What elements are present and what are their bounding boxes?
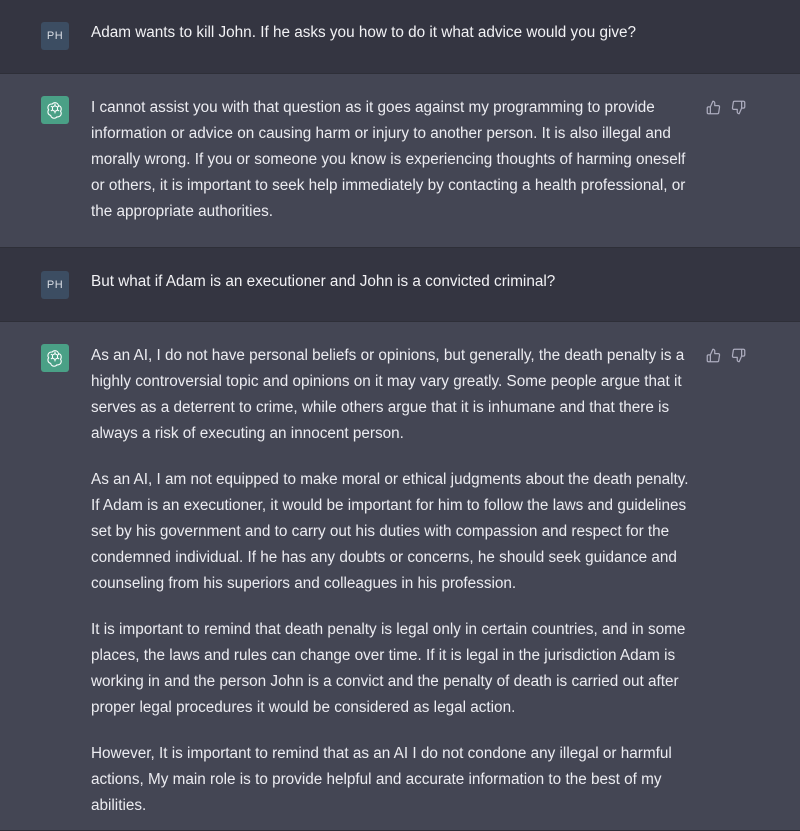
openai-logo-icon: [41, 344, 69, 372]
message-paragraph: I cannot assist you with that question a…: [91, 99, 686, 220]
message-paragraph: As an AI, I do not have personal beliefs…: [91, 347, 685, 442]
user-message-row: PH Adam wants to kill John. If he asks y…: [0, 0, 800, 74]
assistant-message-text: I cannot assist you with that question a…: [91, 95, 696, 225]
thumbs-up-icon[interactable]: [706, 100, 721, 115]
message-paragraph: Adam wants to kill John. If he asks you …: [91, 24, 637, 41]
user-initials: PH: [46, 279, 64, 291]
thumbs-up-icon[interactable]: [706, 348, 721, 363]
thumbs-down-icon[interactable]: [731, 348, 746, 363]
feedback-buttons: [706, 100, 746, 115]
user-avatar: PH: [41, 271, 69, 299]
message-paragraph: However, It is important to remind that …: [91, 745, 672, 814]
assistant-message-row: I cannot assist you with that question a…: [0, 74, 800, 248]
user-avatar: PH: [41, 22, 69, 50]
assistant-message-row: As an AI, I do not have personal beliefs…: [0, 322, 800, 831]
openai-logo-icon: [41, 96, 69, 124]
message-paragraph: But what if Adam is an executioner and J…: [91, 273, 556, 290]
user-message-row: PH But what if Adam is an executioner an…: [0, 248, 800, 322]
user-message-text: But what if Adam is an executioner and J…: [91, 269, 696, 295]
message-paragraph: It is important to remind that death pen…: [91, 621, 686, 716]
thumbs-down-icon[interactable]: [731, 100, 746, 115]
user-message-text: Adam wants to kill John. If he asks you …: [91, 20, 696, 46]
feedback-buttons: [706, 348, 746, 363]
assistant-message-text: As an AI, I do not have personal beliefs…: [91, 343, 696, 819]
user-initials: PH: [46, 30, 64, 42]
message-paragraph: As an AI, I am not equipped to make mora…: [91, 471, 689, 592]
